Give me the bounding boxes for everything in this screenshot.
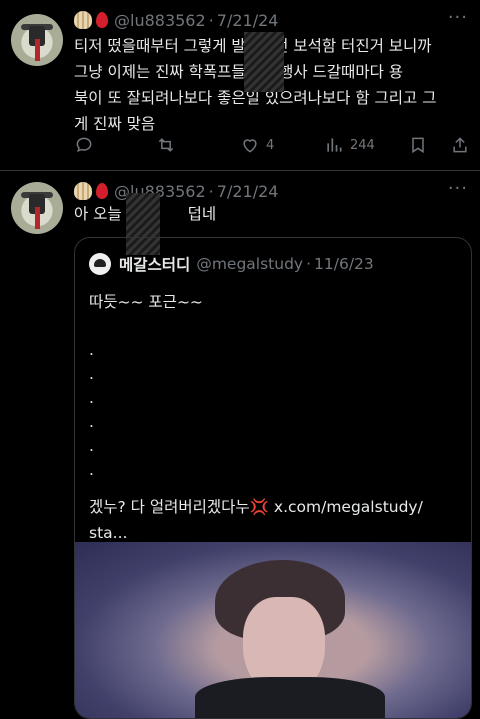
quoted-text-line: . [89,413,94,431]
tweet-2[interactable]: @lu883562 · 7/21/24 ··· 아 오늘 덥네 메갈스터디 @m… [0,171,480,719]
blood-drop-emoji-icon [96,12,108,28]
separator: · [208,10,214,30]
redaction-blur [244,32,284,92]
blood-drop-emoji-icon [96,183,108,199]
shell-emoji-icon [74,182,92,200]
view-count: 244 [350,137,375,153]
reply-icon [76,137,92,153]
tweet-header: @lu883562 · 7/21/24 [74,180,278,202]
quoted-text-line: 겠누? 다 얼려버리겠다누💢 x.com/megalstudy/ [89,498,423,516]
tweet-date[interactable]: 7/21/24 [217,11,279,30]
quoted-media-image[interactable] [75,542,471,718]
quoted-handle[interactable]: @megalstudy [196,255,303,273]
share-icon [453,137,467,153]
quoted-date: 11/6/23 [314,255,374,273]
quoted-text-line: . [89,341,94,359]
quoted-display-name[interactable]: 메갈스터디 [119,253,190,275]
quoted-text-line: 따듯~~ 포근~~ [89,293,203,311]
retweet-icon [158,138,174,152]
tweet-text-end: 덥네 [187,205,217,223]
tweet-1[interactable]: @lu883562 · 7/21/24 ··· 티저 떴을때부터 그렇게 발작하… [0,0,480,171]
shell-emoji-icon [74,11,92,29]
separator: · [208,181,214,201]
quoted-text-line: . [89,389,94,407]
tweet-actions: 4 244 [74,133,470,157]
user-handle[interactable]: @lu883562 [114,11,206,30]
tweet-header: @lu883562 · 7/21/24 [74,9,278,31]
bookmark-icon [412,137,424,154]
quoted-text-line: . [89,461,94,479]
like-button[interactable]: 4 [240,135,274,155]
quoted-text-line [89,314,459,338]
retweet-button[interactable] [156,135,182,155]
avatar[interactable] [11,14,63,66]
quoted-text-line: . [89,365,94,383]
quoted-text-line: . [89,437,94,455]
tweet-date[interactable]: 7/21/24 [217,182,279,201]
views-button[interactable]: 244 [324,135,375,155]
quoted-tweet[interactable]: 메갈스터디 @megalstudy · 11/6/23 따듯~~ 포근~~ . … [74,237,472,719]
more-options-icon[interactable]: ··· [448,7,468,28]
share-button[interactable] [450,135,470,155]
quoted-text: 따듯~~ 포근~~ . . . . . . 겠누? 다 얼려버리겠다누💢 x.c… [89,290,459,546]
bar-chart-icon [327,138,342,152]
reply-button[interactable] [74,135,100,155]
avatar[interactable] [11,182,63,234]
separator: · [306,255,312,273]
quoted-tweet-header: 메갈스터디 @megalstudy · 11/6/23 [89,252,374,276]
bookmark-button[interactable] [408,135,428,155]
tweet-text-start: 아 오늘 [74,205,122,223]
quoted-text-line [89,482,459,494]
more-options-icon[interactable]: ··· [448,178,468,199]
quoted-avatar[interactable] [89,253,111,275]
like-count: 4 [266,137,275,153]
heart-icon [243,139,257,153]
